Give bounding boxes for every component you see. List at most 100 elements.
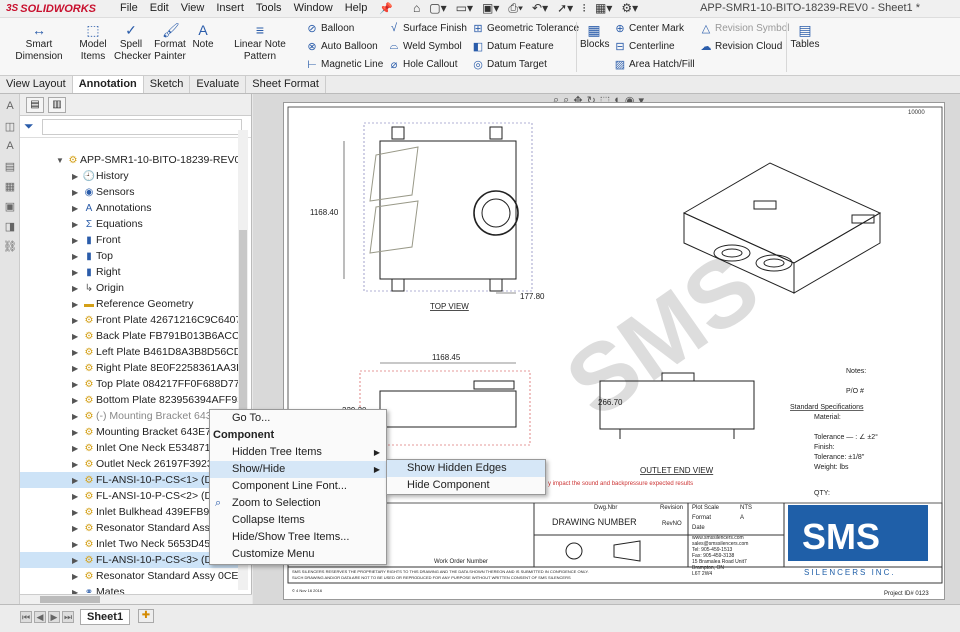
expand-arrow-icon[interactable]: ▶ [72, 457, 82, 472]
tables-button[interactable]: ▤ Tables [790, 22, 820, 51]
tree-horizontal-scrollbar[interactable] [20, 594, 252, 604]
print-icon[interactable]: ⎙▾ [508, 1, 523, 16]
expand-arrow-icon[interactable]: ▶ [72, 249, 82, 264]
menu-tools[interactable]: Tools [256, 2, 282, 15]
property-manager-tab-icon[interactable]: ▥ [48, 96, 66, 113]
first-sheet-icon[interactable]: ⏮ [20, 611, 32, 623]
rebuild-icon[interactable]: ▦▾ [595, 1, 612, 16]
tree-item[interactable]: ▶ ⚙ Right Plate 8E0F2258361AA3D2 [20, 360, 245, 376]
menu-file[interactable]: File [120, 2, 138, 15]
filter-icon[interactable]: ⏷ [24, 119, 34, 134]
select-icon[interactable]: ➚▾ [557, 1, 573, 16]
pin-icon[interactable]: 📌 [379, 2, 393, 15]
undo-icon[interactable]: ↶▾ [532, 1, 548, 16]
last-sheet-icon[interactable]: ⏭ [62, 611, 74, 623]
blocks-button[interactable]: ▦ Blocks [580, 22, 609, 51]
rev-no[interactable]: RevNO [662, 521, 682, 527]
datum-target-button[interactable]: ◎ Datum Target [472, 58, 547, 71]
menu-edit[interactable]: Edit [150, 2, 169, 15]
expand-arrow-icon[interactable]: ▶ [72, 185, 82, 200]
traffic-light-icon[interactable]: ⁝ [582, 1, 586, 16]
expand-arrow-icon[interactable]: ▶ [72, 521, 82, 536]
note-button[interactable]: A Note [190, 22, 216, 51]
tree-item[interactable]: ▶ ⚙ Top Plate 084217FF0F688D776 [20, 376, 245, 392]
expand-arrow-icon[interactable]: ▶ [72, 329, 82, 344]
dimension-177-80[interactable]: 177.80 [520, 292, 545, 301]
table-tool-icon[interactable]: ▦ [3, 180, 17, 194]
tree-item[interactable]: ▶ A Annotations [20, 200, 245, 216]
menu-show-hide[interactable]: Show/Hide ▶ [210, 461, 386, 478]
datum-feature-button[interactable]: ◧ Datum Feature [472, 40, 554, 53]
auto-balloon-button[interactable]: ⊗ Auto Balloon [306, 40, 377, 53]
menu-hide-show-tree[interactable]: Hide/Show Tree Items... [210, 529, 386, 546]
tree-item[interactable]: ▶ ↳ Origin [20, 280, 245, 296]
scroll-thumb[interactable] [40, 596, 100, 603]
tree-item[interactable]: ▶ ▬ Reference Geometry [20, 296, 245, 312]
revision-symbol-button[interactable]: △ Revision Symbol [700, 22, 790, 35]
expand-arrow-icon[interactable]: ▶ [72, 489, 82, 504]
center-mark-button[interactable]: ⊕ Center Mark [614, 22, 684, 35]
menu-view[interactable]: View [181, 2, 205, 15]
weld-symbol-button[interactable]: ⌓ Weld Symbol [388, 40, 462, 53]
save-icon[interactable]: ▣▾ [482, 1, 499, 16]
prev-sheet-icon[interactable]: ◀ [34, 611, 46, 623]
expand-arrow-icon[interactable]: ▶ [72, 441, 82, 456]
menu-customize[interactable]: Customize Menu [210, 546, 386, 563]
surface-finish-button[interactable]: √ Surface Finish [388, 22, 467, 34]
expand-arrow-icon[interactable]: ▶ [72, 345, 82, 360]
view-tool-icon[interactable]: ▣ [3, 200, 17, 214]
home-icon[interactable]: ⌂ [413, 1, 420, 16]
drawing-number[interactable]: DRAWING NUMBER [552, 517, 637, 527]
menu-zoom-to-selection[interactable]: ⌕ Zoom to Selection [210, 495, 386, 512]
new-document-icon[interactable]: ▢▾ [429, 1, 446, 16]
tree-item[interactable]: ▶ Σ Equations [20, 216, 245, 232]
tree-root[interactable]: ▼ ⚙ APP-SMR1-10-BITO-18239-REV0< [20, 152, 245, 168]
tree-item[interactable]: ▶ ⚙ Back Plate FB791B013B6ACC46 [20, 328, 245, 344]
format-painter-button[interactable]: 🖌 Format Painter [152, 22, 188, 63]
model-items-button[interactable]: ⬚ Model Items [76, 22, 110, 63]
menu-hide-component[interactable]: Hide Component [387, 477, 545, 494]
menu-window[interactable]: Window [294, 2, 333, 15]
dimension-266-70[interactable]: 266.70 [598, 398, 623, 407]
revision-cloud-button[interactable]: ☁ Revision Cloud [700, 40, 783, 53]
dimension-1168-40[interactable]: 1168.40 [310, 208, 339, 217]
dimension-tool-icon[interactable]: ◨ [3, 220, 17, 234]
expand-arrow-icon[interactable]: ▶ [72, 409, 82, 424]
linear-note-pattern-button[interactable]: ≡ Linear Note Pattern [218, 22, 302, 63]
tree-item[interactable]: ▶ ⚙ Resonator Standard Assy 0CE5E [20, 568, 245, 584]
filter-input[interactable] [41, 118, 242, 135]
layer-tool-icon[interactable]: ◫ [3, 120, 17, 134]
expand-arrow-icon[interactable]: ▼ [56, 153, 66, 168]
tab-evaluate[interactable]: Evaluate [190, 76, 247, 93]
expand-arrow-icon[interactable]: ▶ [72, 553, 82, 568]
tree-item[interactable]: ▶ 🕘History [20, 168, 245, 184]
tree-item[interactable]: ▶ ⚙ Bottom Plate 823956394AFF93 [20, 392, 245, 408]
annotation-tool-icon[interactable]: A [3, 140, 17, 154]
menu-help[interactable]: Help [345, 2, 368, 15]
smart-dimension-button[interactable]: ↔ Smart Dimension [4, 22, 74, 63]
tab-annotation[interactable]: Annotation [72, 76, 144, 93]
expand-arrow-icon[interactable]: ▶ [72, 377, 82, 392]
expand-arrow-icon[interactable]: ▶ [72, 313, 82, 328]
add-sheet-icon[interactable]: ✚ [138, 609, 154, 623]
menu-insert[interactable]: Insert [216, 2, 244, 15]
sheet-tab-sheet1[interactable]: Sheet1 [80, 609, 131, 625]
expand-arrow-icon[interactable]: ▶ [72, 169, 82, 184]
options-icon[interactable]: ⚙▾ [621, 1, 638, 16]
expand-arrow-icon[interactable]: ▶ [72, 505, 82, 520]
expand-arrow-icon[interactable]: ▶ [72, 537, 82, 552]
link-tool-icon[interactable]: ⛓ [3, 240, 17, 254]
expand-arrow-icon[interactable]: ▶ [72, 569, 82, 584]
area-hatch-button[interactable]: ▨ Area Hatch/Fill [614, 58, 695, 71]
spell-checker-button[interactable]: ✓ Spell Checker [114, 22, 151, 63]
centerline-button[interactable]: ⊟ Centerline [614, 40, 674, 53]
tree-item[interactable]: ▶ ◉ Sensors [20, 184, 245, 200]
expand-arrow-icon[interactable]: ▶ [72, 425, 82, 440]
tab-sheet-format[interactable]: Sheet Format [246, 76, 326, 93]
magnetic-line-button[interactable]: ⊢ Magnetic Line [306, 58, 383, 71]
expand-arrow-icon[interactable]: ▶ [72, 233, 82, 248]
tree-item[interactable]: ▶ ⚙ Left Plate B461D8A3B8D56CD3 [20, 344, 245, 360]
menu-component-line-font[interactable]: Component Line Font... [210, 478, 386, 495]
expand-arrow-icon[interactable]: ▶ [72, 217, 82, 232]
tab-view-layout[interactable]: View Layout [0, 76, 73, 93]
